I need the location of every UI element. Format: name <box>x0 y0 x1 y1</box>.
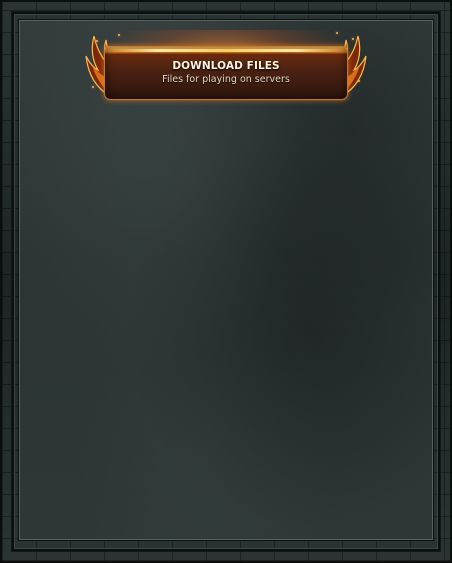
ember-spark <box>92 86 94 88</box>
ember-spark <box>352 38 354 40</box>
banner-subtitle: Files for playing on servers <box>162 74 290 85</box>
banner-title: DOWNLOAD FILES <box>172 60 280 72</box>
download-files-banner[interactable]: DOWNLOAD FILES Files for playing on serv… <box>82 30 370 104</box>
ember-spark <box>336 32 338 34</box>
ember-spark <box>358 80 360 82</box>
ember-spark <box>96 40 98 42</box>
banner-plate <box>104 46 348 100</box>
ember-spark <box>118 34 120 36</box>
